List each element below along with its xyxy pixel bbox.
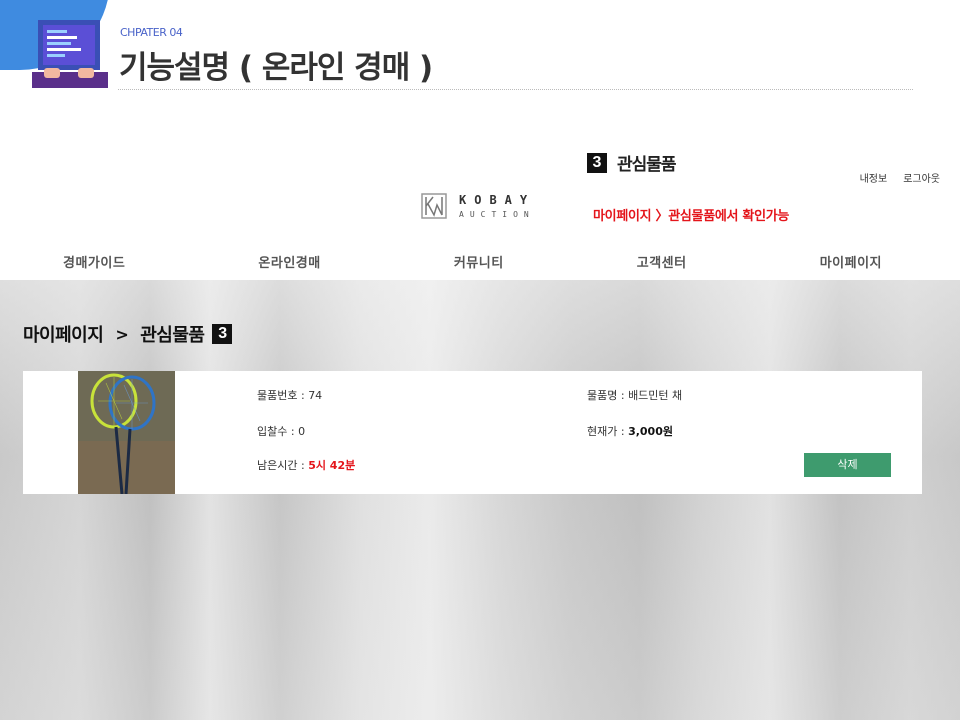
item-price: 현재가 : 3,000원 [587, 423, 673, 439]
number-badge: 3 [587, 152, 607, 173]
user-links: 내정보 로그아웃 [860, 170, 940, 185]
item-price-label: 현재가 : [587, 425, 629, 438]
logo-mark-icon [421, 193, 447, 219]
item-number-label: 물품번호 : [257, 389, 309, 402]
item-time-label: 남은시간 : [257, 459, 309, 472]
item-number: 물품번호 : 74 [257, 387, 322, 403]
annotation-note: 마이페이지 〉관심물품에서 확인가능 [593, 209, 790, 224]
item-price-value: 3,000원 [628, 425, 673, 438]
item-name-label: 물품명 : [587, 389, 629, 402]
nav-community[interactable]: 커뮤니티 [454, 252, 504, 271]
number-badge: 3 [212, 324, 233, 344]
breadcrumb-current: 관심물품 [140, 325, 205, 346]
title-divider [118, 89, 913, 90]
delete-button[interactable]: 삭제 [804, 453, 891, 477]
logo-text: KOBAY [459, 193, 536, 207]
slide-title: 기능설명 ( 온라인 경매 ) [119, 50, 433, 86]
laptop-icon [32, 20, 108, 88]
logout-link[interactable]: 로그아웃 [903, 170, 940, 185]
badminton-racket-image [78, 371, 175, 494]
item-name-value: 배드민턴 채 [628, 389, 683, 402]
nav-auction-guide[interactable]: 경매가이드 [63, 252, 125, 271]
main-nav: 경매가이드 온라인경매 커뮤니티 고객센터 마이페이지 [0, 242, 960, 280]
breadcrumb: 마이페이지 > 관심물품 3 [23, 321, 233, 347]
nav-customer-center[interactable]: 고객센터 [637, 252, 687, 271]
item-bids: 입찰수 : 0 [257, 423, 305, 439]
annotation-heading: 3 관심물품 [587, 150, 677, 175]
item-name: 물품명 : 배드민턴 채 [587, 387, 682, 403]
my-info-link[interactable]: 내정보 [860, 170, 888, 185]
item-bids-value: 0 [298, 425, 306, 438]
item-number-value: 74 [308, 389, 323, 402]
logo-subtext: AUCTION [459, 210, 535, 219]
item-bids-label: 입찰수 : [257, 425, 299, 438]
chapter-label: CHPATER 04 [120, 26, 183, 39]
breadcrumb-separator: > [115, 324, 129, 344]
kobay-logo[interactable]: KOBAY AUCTION [421, 193, 535, 219]
nav-online-auction[interactable]: 온라인경매 [258, 252, 320, 271]
item-time-value: 5시 42분 [308, 459, 356, 472]
nav-mypage[interactable]: 마이페이지 [820, 252, 882, 271]
watchlist-item-card: 물품번호 : 74 물품명 : 배드민턴 채 입찰수 : 0 현재가 : 3,0… [23, 371, 922, 494]
annotation-label: 관심물품 [617, 155, 677, 175]
item-thumbnail[interactable] [78, 371, 175, 494]
breadcrumb-parent[interactable]: 마이페이지 [23, 321, 104, 347]
item-remaining-time: 남은시간 : 5시 42분 [257, 457, 355, 473]
